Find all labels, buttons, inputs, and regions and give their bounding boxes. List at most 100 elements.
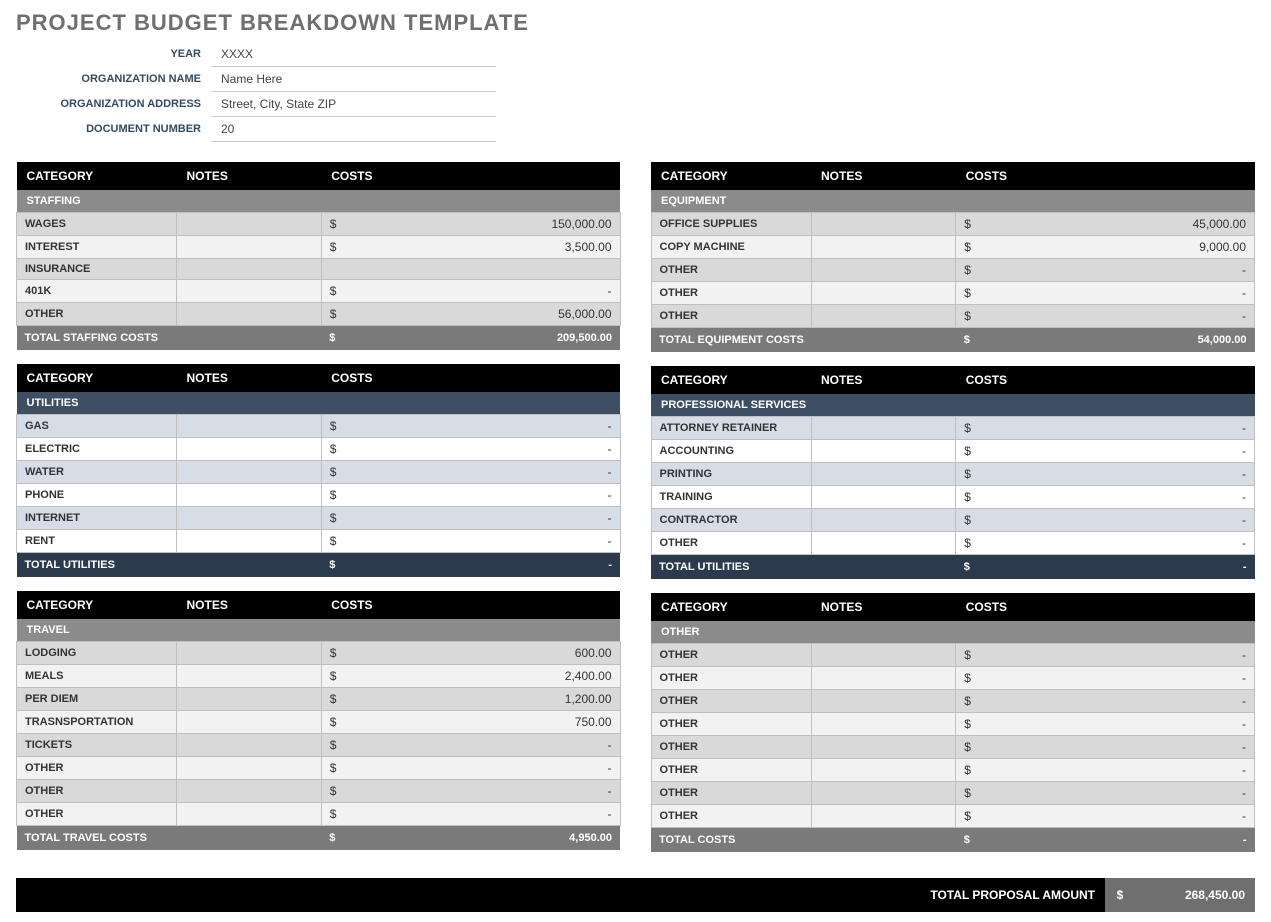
row-category[interactable]: OTHER bbox=[651, 782, 811, 805]
row-notes[interactable] bbox=[811, 644, 956, 667]
row-category[interactable]: 401K bbox=[17, 280, 177, 303]
row-category[interactable]: PHONE bbox=[17, 484, 177, 507]
row-category[interactable]: OTHER bbox=[17, 757, 177, 780]
row-amount[interactable]: - bbox=[979, 713, 1255, 736]
row-category[interactable]: OTHER bbox=[17, 303, 177, 326]
row-amount[interactable]: - bbox=[344, 530, 620, 553]
row-notes[interactable] bbox=[177, 803, 322, 826]
row-category[interactable]: PER DIEM bbox=[17, 688, 177, 711]
row-amount[interactable]: - bbox=[979, 759, 1255, 782]
row-amount[interactable]: - bbox=[344, 757, 620, 780]
meta-org-name-value[interactable]: Name Here bbox=[211, 67, 496, 92]
row-notes[interactable] bbox=[811, 305, 956, 328]
row-category[interactable]: OTHER bbox=[651, 690, 811, 713]
row-category[interactable]: GAS bbox=[17, 415, 177, 438]
row-category[interactable]: OTHER bbox=[651, 644, 811, 667]
row-category[interactable]: OTHER bbox=[651, 532, 811, 555]
row-category[interactable]: OTHER bbox=[651, 805, 811, 828]
row-notes[interactable] bbox=[811, 532, 956, 555]
row-category[interactable]: OFFICE SUPPLIES bbox=[651, 213, 811, 236]
row-notes[interactable] bbox=[177, 213, 322, 236]
row-amount[interactable]: 150,000.00 bbox=[344, 213, 620, 236]
row-notes[interactable] bbox=[177, 303, 322, 326]
row-notes[interactable] bbox=[177, 665, 322, 688]
row-notes[interactable] bbox=[811, 509, 956, 532]
row-category[interactable]: OTHER bbox=[651, 305, 811, 328]
row-amount[interactable]: - bbox=[979, 667, 1255, 690]
row-amount[interactable]: - bbox=[979, 532, 1255, 555]
row-notes[interactable] bbox=[177, 530, 322, 553]
meta-doc-num-value[interactable]: 20 bbox=[211, 117, 496, 142]
row-category[interactable]: OTHER bbox=[651, 282, 811, 305]
row-amount[interactable]: - bbox=[979, 736, 1255, 759]
row-amount[interactable]: - bbox=[979, 644, 1255, 667]
row-amount[interactable]: - bbox=[979, 690, 1255, 713]
row-amount[interactable]: - bbox=[344, 438, 620, 461]
row-amount[interactable]: 2,400.00 bbox=[344, 665, 620, 688]
row-notes[interactable] bbox=[177, 507, 322, 530]
row-amount[interactable]: 750.00 bbox=[344, 711, 620, 734]
row-notes[interactable] bbox=[177, 484, 322, 507]
row-notes[interactable] bbox=[177, 780, 322, 803]
row-category[interactable]: TRASNSPORTATION bbox=[17, 711, 177, 734]
row-amount[interactable]: - bbox=[979, 282, 1255, 305]
row-category[interactable]: COPY MACHINE bbox=[651, 236, 811, 259]
row-category[interactable]: INTEREST bbox=[17, 236, 177, 259]
row-category[interactable]: PRINTING bbox=[651, 463, 811, 486]
row-notes[interactable] bbox=[811, 259, 956, 282]
row-category[interactable]: MEALS bbox=[17, 665, 177, 688]
row-notes[interactable] bbox=[811, 486, 956, 509]
row-notes[interactable] bbox=[177, 259, 322, 280]
row-amount[interactable]: 9,000.00 bbox=[979, 236, 1255, 259]
row-amount[interactable]: - bbox=[344, 280, 620, 303]
row-amount[interactable]: - bbox=[979, 486, 1255, 509]
row-category[interactable]: TICKETS bbox=[17, 734, 177, 757]
row-category[interactable]: ELECTRIC bbox=[17, 438, 177, 461]
row-category[interactable]: OTHER bbox=[651, 667, 811, 690]
row-amount[interactable] bbox=[344, 259, 620, 280]
row-amount[interactable]: 45,000.00 bbox=[979, 213, 1255, 236]
meta-org-addr-value[interactable]: Street, City, State ZIP bbox=[211, 92, 496, 117]
row-notes[interactable] bbox=[811, 759, 956, 782]
row-category[interactable]: OTHER bbox=[651, 736, 811, 759]
row-category[interactable]: ACCOUNTING bbox=[651, 440, 811, 463]
row-category[interactable]: OTHER bbox=[651, 759, 811, 782]
row-category[interactable]: OTHER bbox=[17, 780, 177, 803]
row-category[interactable]: INSURANCE bbox=[17, 259, 177, 280]
row-category[interactable]: RENT bbox=[17, 530, 177, 553]
row-category[interactable]: LODGING bbox=[17, 642, 177, 665]
row-notes[interactable] bbox=[177, 461, 322, 484]
row-amount[interactable]: - bbox=[344, 734, 620, 757]
row-amount[interactable]: - bbox=[344, 803, 620, 826]
row-category[interactable]: INTERNET bbox=[17, 507, 177, 530]
meta-year-value[interactable]: XXXX bbox=[211, 42, 496, 67]
row-amount[interactable]: - bbox=[979, 440, 1255, 463]
row-category[interactable]: WATER bbox=[17, 461, 177, 484]
row-amount[interactable]: - bbox=[979, 305, 1255, 328]
row-amount[interactable]: - bbox=[979, 509, 1255, 532]
row-notes[interactable] bbox=[177, 734, 322, 757]
row-notes[interactable] bbox=[177, 757, 322, 780]
row-notes[interactable] bbox=[177, 688, 322, 711]
row-amount[interactable]: - bbox=[979, 417, 1255, 440]
row-amount[interactable]: - bbox=[344, 780, 620, 803]
row-notes[interactable] bbox=[811, 713, 956, 736]
row-amount[interactable]: - bbox=[979, 782, 1255, 805]
row-amount[interactable]: - bbox=[344, 507, 620, 530]
row-category[interactable]: OTHER bbox=[651, 259, 811, 282]
row-notes[interactable] bbox=[811, 440, 956, 463]
row-notes[interactable] bbox=[811, 463, 956, 486]
row-notes[interactable] bbox=[811, 213, 956, 236]
row-amount[interactable]: 600.00 bbox=[344, 642, 620, 665]
row-notes[interactable] bbox=[811, 782, 956, 805]
row-notes[interactable] bbox=[177, 236, 322, 259]
row-notes[interactable] bbox=[177, 438, 322, 461]
row-category[interactable]: TRAINING bbox=[651, 486, 811, 509]
row-notes[interactable] bbox=[177, 280, 322, 303]
row-category[interactable]: OTHER bbox=[651, 713, 811, 736]
row-category[interactable]: WAGES bbox=[17, 213, 177, 236]
row-notes[interactable] bbox=[811, 417, 956, 440]
row-notes[interactable] bbox=[811, 805, 956, 828]
row-amount[interactable]: - bbox=[344, 461, 620, 484]
row-amount[interactable]: - bbox=[979, 259, 1255, 282]
